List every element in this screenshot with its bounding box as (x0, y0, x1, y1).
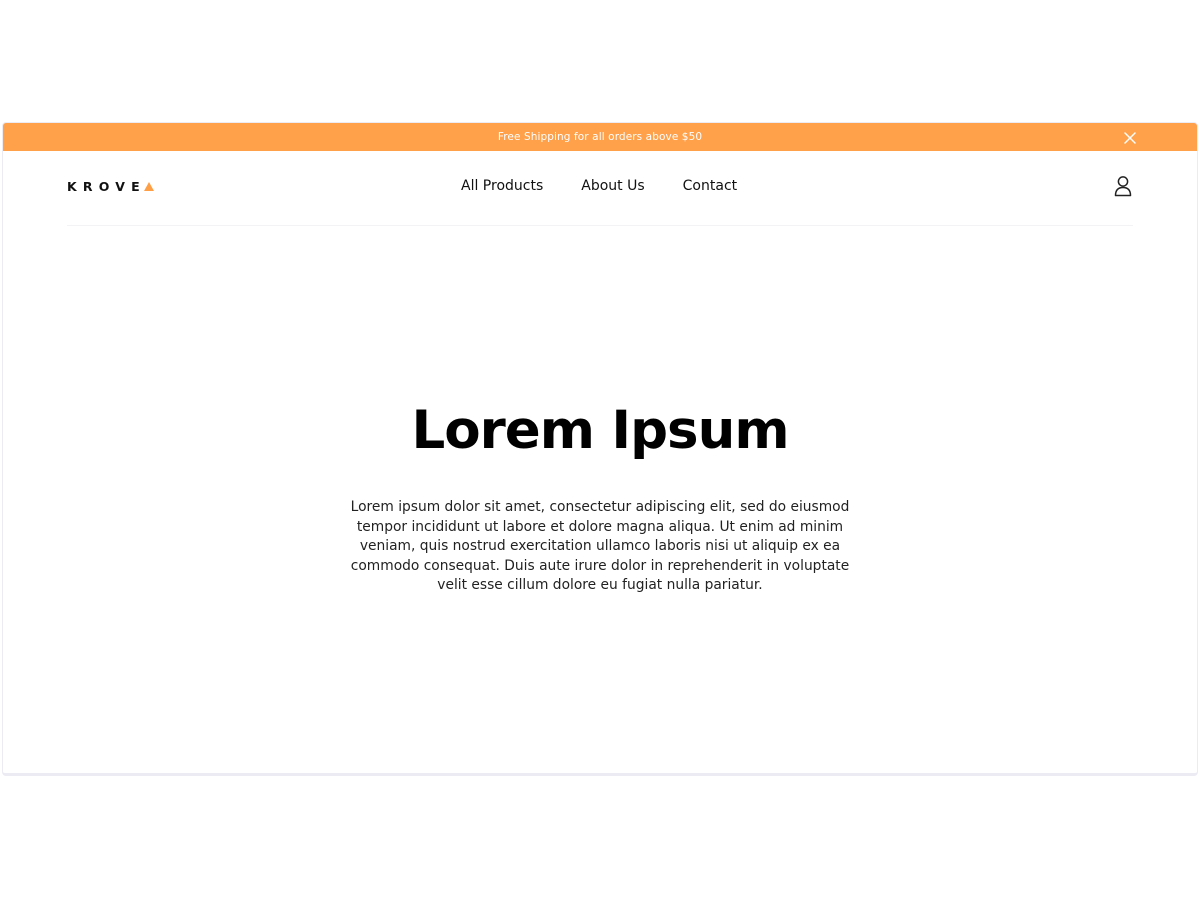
site-header: KROVE All Products About Us Contact (67, 151, 1133, 226)
nav-item-all-products[interactable]: All Products (461, 178, 543, 194)
main-nav: All Products About Us Contact (461, 178, 737, 194)
hero-title: Lorem Ipsum (411, 400, 789, 461)
page-frame: Free Shipping for all orders above $50 K… (2, 122, 1198, 776)
nav-item-about-us[interactable]: About Us (581, 178, 644, 194)
hero-description: Lorem ipsum dolor sit amet, consectetur … (350, 499, 850, 594)
logo-text: KROVE (67, 179, 146, 194)
nav-item-contact[interactable]: Contact (683, 178, 737, 194)
user-icon[interactable] (1113, 175, 1133, 197)
logo[interactable]: KROVE (67, 179, 154, 194)
close-icon[interactable] (1123, 130, 1137, 144)
triangle-icon (143, 182, 154, 191)
announcement-text: Free Shipping for all orders above $50 (497, 131, 703, 143)
announcement-bar: Free Shipping for all orders above $50 (3, 123, 1197, 151)
hero-section: Lorem Ipsum Lorem ipsum dolor sit amet, … (3, 396, 1197, 596)
